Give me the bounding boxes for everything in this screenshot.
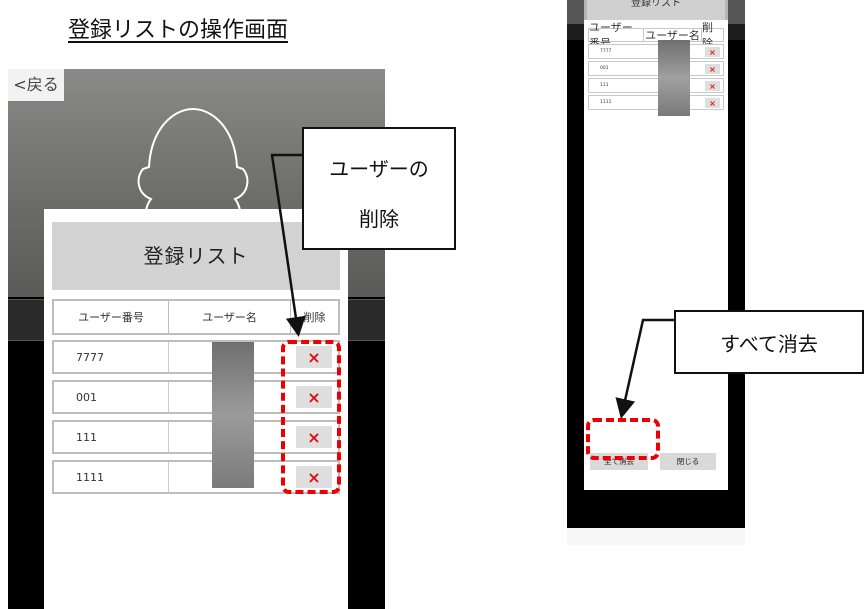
- header-user-number: ユーザー番号: [78, 311, 144, 324]
- table-row: 7777 ×: [588, 44, 724, 59]
- row-user-number: 7777: [76, 350, 104, 364]
- row-divider: [168, 382, 169, 412]
- callout-text: 削除: [359, 207, 399, 231]
- callout-text: ユーザーの: [329, 157, 429, 181]
- table-row: 1111 ×: [588, 95, 724, 110]
- page-heading: 登録リストの操作画面: [68, 18, 289, 43]
- screen-edge: [567, 0, 584, 24]
- table-row: 111 ×: [588, 78, 724, 93]
- row-user-number: 7777: [600, 49, 612, 54]
- row-divider: [168, 462, 169, 492]
- table-header: ユーザー番号 ユーザー名 削除: [52, 299, 340, 335]
- redacted-username-block: [212, 342, 254, 488]
- delete-highlight-box: [281, 340, 341, 494]
- row-user-number: 1111: [76, 470, 104, 484]
- row-divider: [168, 422, 169, 452]
- close-button[interactable]: 閉じる: [660, 453, 716, 470]
- header-delete: 削除: [303, 311, 326, 324]
- callout-clear-all: すべて消去: [674, 310, 864, 374]
- dialog-title: 登録リスト: [143, 244, 249, 268]
- delete-user-button[interactable]: ×: [705, 81, 720, 91]
- screen-edge: [728, 40, 745, 490]
- row-user-number: 1111: [600, 100, 612, 105]
- screen-edge: [567, 40, 584, 490]
- clear-all-highlight-box: [586, 418, 660, 460]
- row-user-number: 111: [600, 83, 609, 88]
- redacted-username-block: [658, 40, 690, 116]
- row-user-number: 001: [76, 390, 97, 404]
- row-divider: [168, 342, 169, 372]
- header-user-name: ユーザー名: [202, 311, 257, 324]
- screen-edge: [728, 0, 745, 24]
- navigation-bar: [567, 490, 745, 528]
- dialog-title: 登録リスト: [631, 0, 681, 9]
- delete-user-button[interactable]: ×: [705, 98, 720, 108]
- delete-user-button[interactable]: ×: [705, 64, 720, 74]
- row-user-number: 111: [76, 430, 97, 444]
- right-phone-screen: ユーザー番号 ユーザー名 削除 7777 × 001 × 111 × 1111 …: [567, 0, 745, 545]
- row-user-number: 001: [600, 66, 609, 71]
- callout-delete-user: ユーザーの 削除: [302, 127, 456, 250]
- screen-footer: [567, 528, 745, 545]
- dialog-title-bar: 登録リスト: [52, 222, 340, 290]
- table-row: 001 ×: [588, 61, 724, 76]
- header-user-number: ユーザー番号: [589, 21, 633, 50]
- dialog-title-bar: 登録リスト: [587, 0, 725, 20]
- header-delete: 削除: [702, 21, 713, 50]
- delete-user-button[interactable]: ×: [705, 47, 720, 57]
- back-link[interactable]: <戻る: [8, 69, 64, 101]
- table-header: ユーザー番号 ユーザー名 削除: [588, 21, 724, 50]
